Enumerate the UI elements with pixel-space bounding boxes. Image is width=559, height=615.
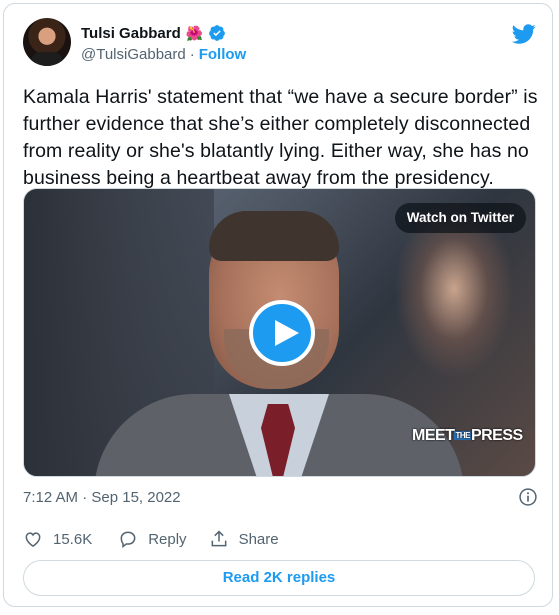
share-label: Share bbox=[238, 530, 279, 548]
reply-label: Reply bbox=[148, 530, 187, 548]
video-figure-hair bbox=[209, 211, 339, 261]
like-count: 15.6K bbox=[53, 530, 93, 548]
separator-dot: · bbox=[189, 46, 195, 63]
heart-icon bbox=[25, 532, 41, 547]
avatar[interactable] bbox=[23, 18, 71, 66]
handle-row: @TulsiGabbard · Follow bbox=[81, 46, 246, 63]
watermark-the: THE bbox=[454, 431, 471, 441]
play-button[interactable] bbox=[249, 300, 315, 366]
like-button[interactable]: 15.6K bbox=[23, 529, 92, 549]
tweet-text: Kamala Harris' statement that “we have a… bbox=[23, 86, 538, 189]
verified-badge-icon bbox=[209, 25, 226, 41]
play-icon bbox=[275, 320, 299, 346]
share-icon bbox=[211, 530, 226, 547]
tweet-header: Tulsi Gabbard 🌺 @TulsiGabbard · Follow bbox=[23, 18, 538, 70]
share-button[interactable]: Share bbox=[209, 529, 279, 549]
reply-button[interactable]: Reply bbox=[118, 529, 187, 549]
meet-the-press-watermark: MEETTHEPRESS bbox=[412, 427, 523, 445]
info-icon[interactable] bbox=[518, 487, 538, 507]
watermark-meet: MEET bbox=[412, 427, 455, 444]
reply-bubble-icon bbox=[120, 531, 136, 548]
author-name[interactable]: Tulsi Gabbard bbox=[81, 25, 181, 42]
read-replies-button[interactable]: Read 2K replies bbox=[23, 560, 535, 596]
watermark-press: PRESS bbox=[470, 427, 523, 444]
author-name-row: Tulsi Gabbard 🌺 bbox=[81, 24, 226, 42]
tweet-card: Tulsi Gabbard 🌺 @TulsiGabbard · Follow K… bbox=[3, 3, 553, 607]
tweet-actions: 15.6K Reply Share bbox=[23, 529, 279, 549]
author-handle[interactable]: @TulsiGabbard bbox=[81, 46, 186, 63]
hibiscus-emoji-icon: 🌺 bbox=[185, 25, 204, 41]
video-player[interactable]: Watch on Twitter MEETTHEPRESS bbox=[23, 188, 536, 477]
follow-button[interactable]: Follow bbox=[199, 46, 247, 63]
tweet-timestamp[interactable]: 7:12 AM · Sep 15, 2022 bbox=[23, 489, 181, 506]
watch-on-twitter-button[interactable]: Watch on Twitter bbox=[394, 203, 526, 233]
twitter-bird-icon[interactable] bbox=[512, 22, 536, 46]
